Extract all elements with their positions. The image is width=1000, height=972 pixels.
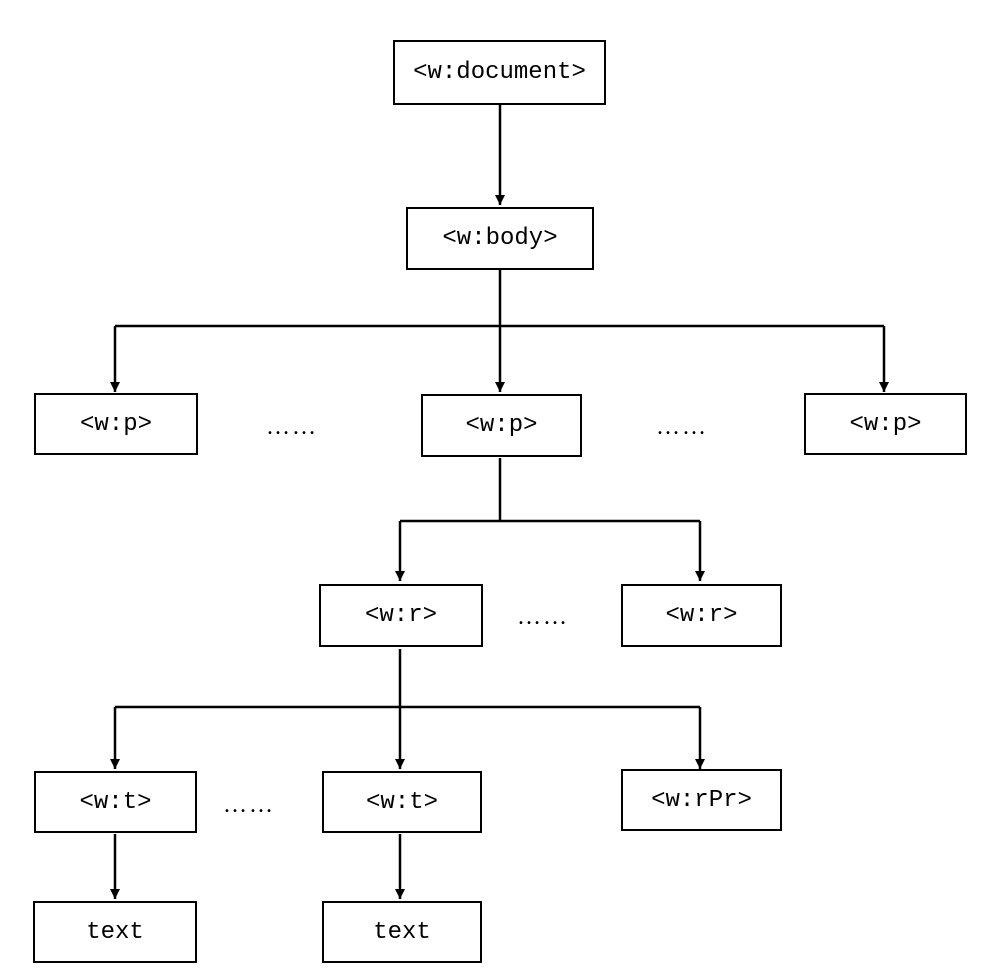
- node-body: <w:body>: [406, 207, 594, 270]
- ellipsis-t: ……: [223, 792, 275, 819]
- node-document: <w:document>: [393, 40, 606, 105]
- ellipsis-p-left: ……: [266, 414, 318, 441]
- node-p-mid: <w:p>: [421, 394, 582, 457]
- node-t-mid: <w:t>: [322, 771, 482, 833]
- node-p-left: <w:p>: [34, 393, 198, 455]
- diagram-canvas: <w:document> <w:body> <w:p> <w:p> <w:p> …: [0, 0, 1000, 972]
- node-p-right: <w:p>: [804, 393, 967, 455]
- node-t-left: <w:t>: [34, 771, 197, 833]
- node-r-left: <w:r>: [319, 584, 483, 647]
- ellipsis-p-right: ……: [656, 414, 708, 441]
- ellipsis-r: ……: [517, 604, 569, 631]
- node-text-mid: text: [322, 901, 482, 963]
- node-r-right: <w:r>: [621, 584, 782, 647]
- node-text-left: text: [33, 901, 197, 963]
- node-rpr: <w:rPr>: [621, 769, 782, 831]
